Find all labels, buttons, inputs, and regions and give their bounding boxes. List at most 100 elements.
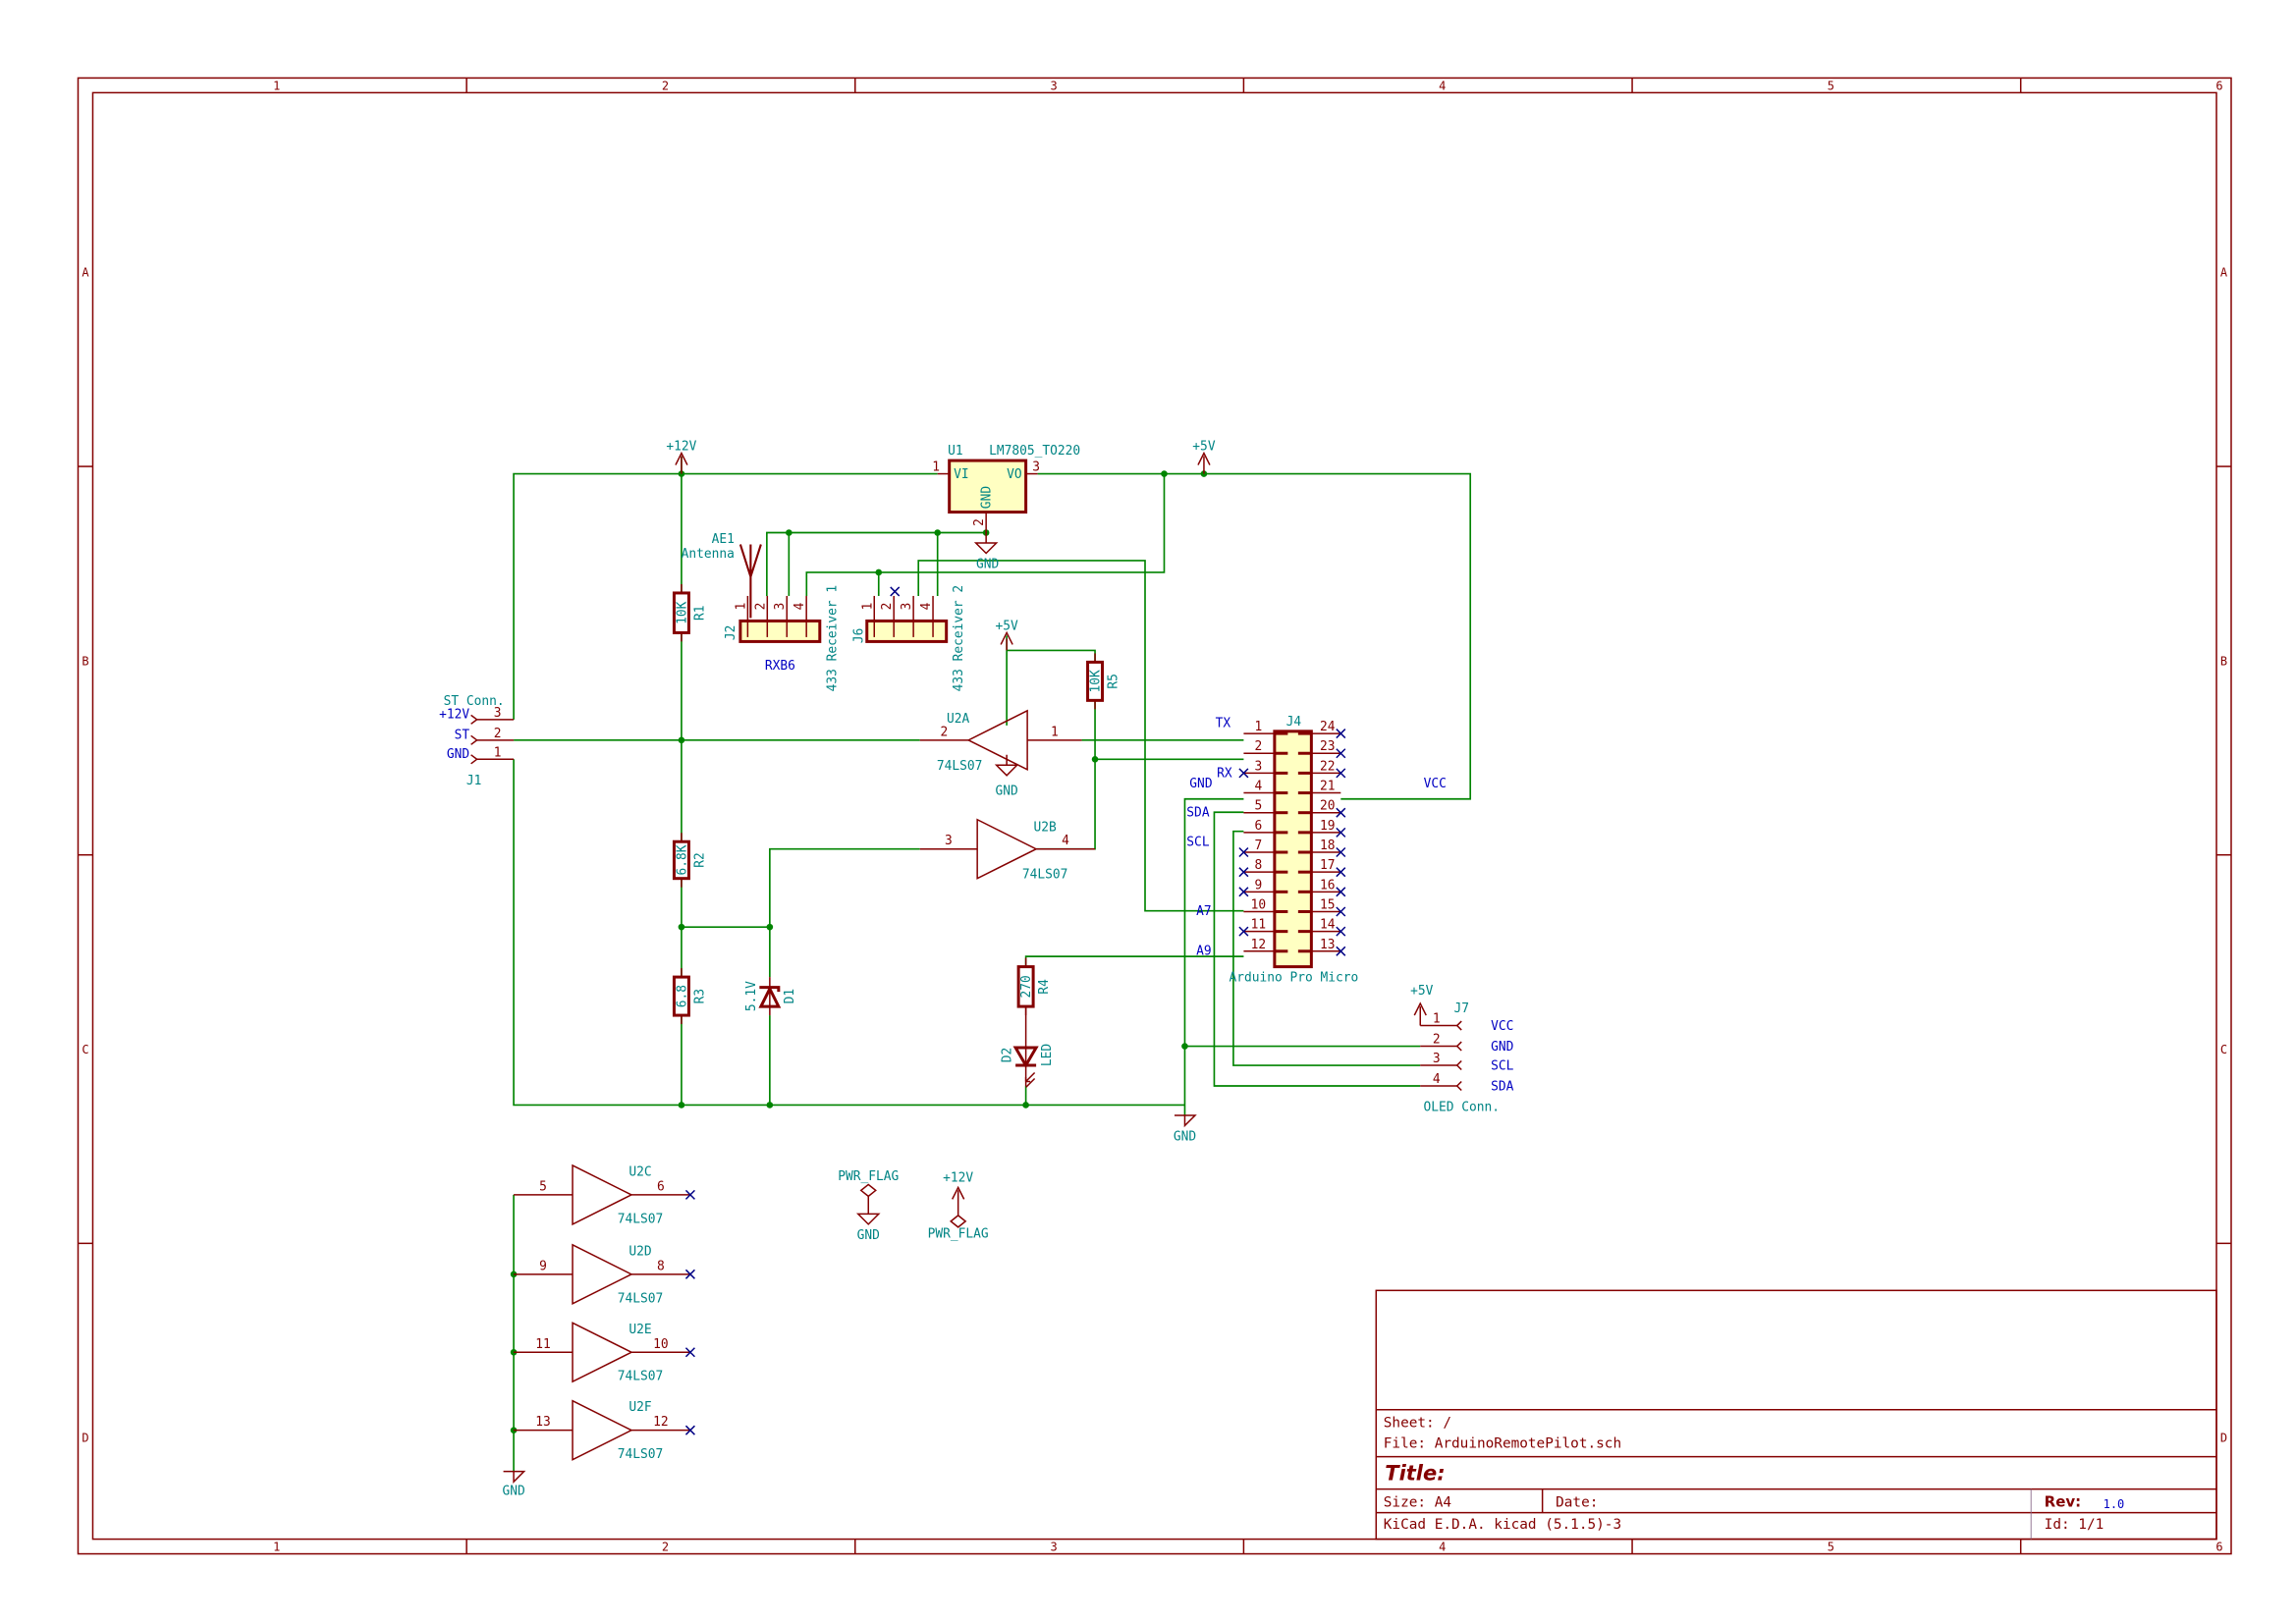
no-connect-icon <box>890 586 901 597</box>
connector-pin-icon <box>1455 1080 1462 1092</box>
led-d2: D2 LED <box>1001 1006 1055 1089</box>
gnd-u2a: GND <box>994 754 1019 798</box>
pwr-flag-12v-icon <box>949 1185 967 1228</box>
pin-number: 24 <box>1320 720 1336 734</box>
connector-j6: 1234 <box>860 595 949 643</box>
power-5v-u2a: +5V <box>995 619 1018 651</box>
pwr-flag-gnd: PWR_FLAG <box>838 1169 899 1184</box>
sheet-id: Id: 1/1 <box>2045 1517 2105 1533</box>
value: 74LS07 <box>937 759 983 774</box>
file-name: File: ArduinoRemotePilot.sch <box>1384 1436 1621 1452</box>
column-label: 4 <box>1439 79 1446 92</box>
junction-dot <box>1181 1043 1188 1050</box>
pin-number: 3 <box>945 834 953 848</box>
value: LM7805_TO220 <box>989 444 1080 459</box>
gnd-label: GND <box>995 784 1017 798</box>
connector-pin-icon <box>470 754 478 765</box>
gnd-u1: GND <box>973 532 999 571</box>
value: 270 <box>1019 975 1034 998</box>
value: 433 Receiver 2 <box>952 585 966 692</box>
pin-number: 21 <box>1320 780 1336 794</box>
net-label-sda: SDA <box>1186 806 1210 821</box>
pin-number: 11 <box>535 1337 551 1352</box>
pin-number: 18 <box>1320 839 1336 853</box>
column-label: 1 <box>273 1541 280 1554</box>
net-label-a7: A7 <box>1196 904 1212 919</box>
net-label-tx: TX <box>1216 716 1231 730</box>
column-label: 3 <box>1050 79 1057 92</box>
row-label: B <box>82 654 88 668</box>
buffer-u2d: 9 8 U2D 74LS07 <box>514 1243 695 1306</box>
pin-number: 2 <box>494 727 502 741</box>
connector-j4-arduino-pro-micro: J4 Arduino Pro Micro TX RX GND SDA SCL A… <box>1186 715 1447 986</box>
value: 6.8K <box>675 844 689 875</box>
pin-number: 8 <box>657 1259 665 1273</box>
ref: U2B <box>1033 821 1057 836</box>
buffer-u2f: 13 12U2F 74LS07 <box>514 1399 695 1462</box>
ref: J1 <box>466 774 482 788</box>
column-label: 2 <box>662 79 669 92</box>
pin-number: 2 <box>753 603 768 611</box>
pwr-flag-label: PWR_FLAG <box>928 1226 989 1241</box>
connector-j7-oled: J7 OLED Conn. 1 VCC 2 GND 3 SCL 4 SDA <box>1420 1001 1514 1114</box>
sheet-name: Sheet: / <box>1384 1416 1451 1432</box>
column-label: 3 <box>1050 1541 1057 1554</box>
gnd-label: GND <box>857 1228 880 1243</box>
date-label: Date: <box>1556 1495 1598 1511</box>
value: LED <box>1040 1044 1055 1066</box>
ref: R5 <box>1107 674 1121 689</box>
pin-number: 5 <box>539 1179 547 1194</box>
row-label: A <box>82 266 88 280</box>
junction-dot <box>1022 1102 1029 1109</box>
pin-number: 10 <box>653 1337 669 1352</box>
pin-number: 19 <box>1320 819 1336 834</box>
pin-number: 20 <box>1320 799 1336 814</box>
connector-body <box>738 619 822 643</box>
ref: U2F <box>629 1400 651 1415</box>
pin-number: 1 <box>494 745 502 760</box>
size-label: Size: A4 <box>1384 1495 1451 1511</box>
junction-dot <box>678 736 685 744</box>
tool-version: KiCad E.D.A. kicad (5.1.5)-3 <box>1384 1517 1621 1533</box>
pin-number: 2 <box>1255 739 1263 754</box>
connector-j1: ST Conn. J1 3+12V2ST1GND <box>439 694 515 788</box>
pin-number: 4 <box>1433 1072 1441 1087</box>
ref: R2 <box>692 852 707 868</box>
pin-number: 14 <box>1320 918 1336 933</box>
connector-body <box>865 619 949 643</box>
pin-number: 1 <box>1433 1012 1441 1027</box>
pin-number: 9 <box>539 1259 547 1273</box>
junction-dot <box>678 923 685 931</box>
pin-name: VI <box>954 467 969 482</box>
pin-number: 1 <box>734 603 748 611</box>
wires <box>513 456 1472 1472</box>
pin-number: 1 <box>932 460 940 475</box>
column-label: 2 <box>662 1541 669 1554</box>
junction-dot <box>766 923 774 931</box>
pin-number: 2 <box>941 725 949 739</box>
pin-number: 2 <box>972 518 987 526</box>
pin-number: 3 <box>1255 759 1263 774</box>
ref: J2 <box>724 625 738 641</box>
pin-number: 13 <box>1320 938 1336 952</box>
junction-dot <box>1091 756 1099 763</box>
ref: D2 <box>1001 1048 1015 1063</box>
connector-pin-icon <box>1455 1020 1462 1031</box>
pin-number: 6 <box>657 1179 665 1194</box>
ref: R1 <box>692 605 707 621</box>
pin-number: 23 <box>1320 739 1336 754</box>
junction-dot <box>875 568 883 576</box>
title-block: Sheet: / File: ArduinoRemotePilot.sch Ti… <box>1375 1289 2217 1541</box>
ref: R4 <box>1037 979 1052 995</box>
junction-dot <box>766 1102 774 1109</box>
connector-pin-icon <box>470 714 478 725</box>
resistor-r4: 270 R4 <box>1016 957 1052 1016</box>
pwr-flag-icon <box>855 1183 881 1225</box>
value: 6.8 <box>675 985 689 1007</box>
net-label-gnd: GND <box>1189 777 1212 791</box>
pin-number: 2 <box>1433 1033 1441 1048</box>
pin-number: 4 <box>919 602 934 610</box>
pin-number: 15 <box>1320 897 1336 912</box>
pin-number: 9 <box>1255 878 1263 893</box>
u1-regulator: U1 LM7805_TO220 VI VO GND 1 2 3 <box>932 444 1080 533</box>
